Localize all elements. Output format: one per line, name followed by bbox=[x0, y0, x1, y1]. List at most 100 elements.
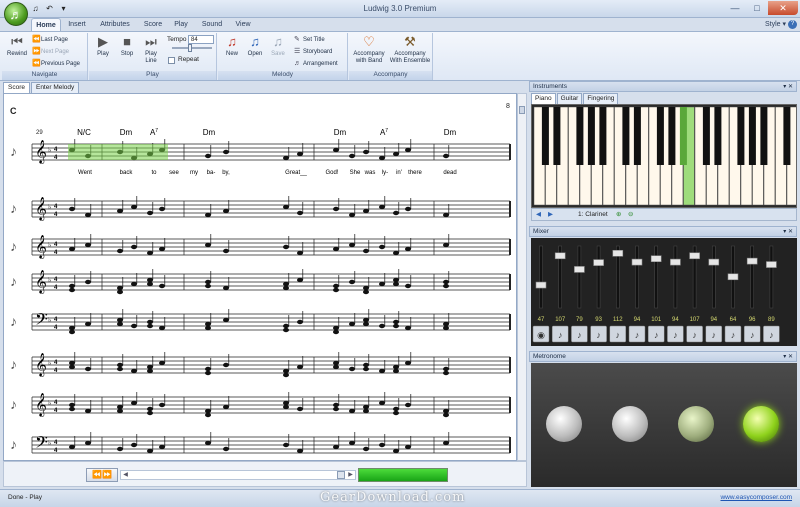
close-button[interactable]: ✕ bbox=[768, 1, 798, 15]
note-head[interactable] bbox=[223, 285, 229, 291]
mixer-channel[interactable]: 93 ♪ bbox=[590, 245, 607, 343]
note-head[interactable] bbox=[363, 285, 369, 291]
note-head[interactable] bbox=[379, 323, 385, 329]
zoom-in-icon[interactable]: ⊕ bbox=[616, 209, 621, 221]
note-head[interactable] bbox=[69, 325, 75, 331]
note-head[interactable] bbox=[85, 440, 91, 446]
zoom-out-icon[interactable]: ⊖ bbox=[628, 209, 633, 221]
fader-knob[interactable] bbox=[708, 258, 720, 266]
note-head[interactable] bbox=[159, 246, 165, 252]
chord-note-head[interactable] bbox=[117, 408, 123, 414]
staff[interactable]: 𝄞 ♭ 44♪ bbox=[10, 352, 511, 378]
chord-note-head[interactable] bbox=[393, 323, 399, 329]
note-head[interactable] bbox=[147, 319, 153, 325]
tab-attributes[interactable]: Attributes bbox=[94, 18, 136, 31]
black-key[interactable] bbox=[599, 107, 607, 165]
note-head[interactable] bbox=[223, 149, 229, 155]
note-head[interactable] bbox=[379, 155, 385, 161]
chord-symbol[interactable]: Dm bbox=[203, 128, 216, 137]
minimize-button[interactable]: — bbox=[724, 1, 746, 15]
mixer-channel[interactable]: 101 ♪ bbox=[647, 245, 665, 343]
note-head[interactable] bbox=[297, 210, 303, 216]
note-head[interactable] bbox=[205, 408, 211, 414]
note-head[interactable] bbox=[443, 212, 449, 218]
note-head[interactable] bbox=[117, 248, 123, 254]
lyric-word[interactable]: back bbox=[120, 170, 134, 176]
lyric-word[interactable]: there bbox=[408, 170, 422, 176]
note-head[interactable] bbox=[85, 366, 91, 372]
note-head[interactable] bbox=[443, 242, 449, 248]
note-head[interactable] bbox=[223, 404, 229, 410]
mixer-channel[interactable]: 107 ♪ bbox=[686, 245, 703, 343]
note-head[interactable] bbox=[205, 212, 211, 218]
fader-knob[interactable] bbox=[554, 252, 566, 260]
black-key[interactable] bbox=[679, 107, 687, 165]
accompany-band-button[interactable]: ♡ Accompany with Band bbox=[351, 35, 387, 65]
note-head[interactable] bbox=[333, 246, 339, 252]
score-horizontal-scrollbar[interactable]: ◀ ▶ bbox=[120, 470, 356, 480]
chord-note-head[interactable] bbox=[205, 412, 211, 418]
note-head[interactable] bbox=[349, 279, 355, 285]
lyric-word[interactable]: Went bbox=[78, 170, 92, 176]
chord-note-head[interactable] bbox=[69, 287, 75, 293]
fader-knob[interactable] bbox=[689, 252, 700, 260]
lyric-word[interactable]: ba- bbox=[207, 170, 216, 176]
note-head[interactable] bbox=[405, 402, 411, 408]
note-head[interactable] bbox=[405, 147, 411, 153]
chord-note-head[interactable] bbox=[363, 321, 369, 327]
tempo-input[interactable]: 84 bbox=[188, 35, 214, 44]
note-head[interactable] bbox=[297, 319, 303, 325]
staff[interactable]: 𝄢 ♭ 44♪ bbox=[10, 309, 511, 335]
note-head[interactable] bbox=[69, 402, 75, 408]
note-head[interactable] bbox=[363, 404, 369, 410]
tab-fingering[interactable]: Fingering bbox=[583, 93, 619, 104]
chord-note-head[interactable] bbox=[117, 321, 123, 327]
note-head[interactable] bbox=[205, 153, 211, 159]
repeat-checkbox[interactable] bbox=[168, 57, 175, 64]
new-button[interactable]: ♫ New bbox=[220, 35, 244, 58]
note-head[interactable] bbox=[117, 404, 123, 410]
note-head[interactable] bbox=[405, 206, 411, 212]
lyric-word[interactable]: dead bbox=[443, 170, 456, 176]
note-head[interactable] bbox=[297, 277, 303, 283]
note-head[interactable] bbox=[363, 149, 369, 155]
note-head[interactable] bbox=[85, 242, 91, 248]
note-head[interactable] bbox=[379, 442, 385, 448]
chord-note-head[interactable] bbox=[363, 408, 369, 414]
rewind-button[interactable]: ⏮ Rewind bbox=[5, 35, 29, 58]
score-panel[interactable]: 𝄞 ♭ 4 4 ♪ 𝄞 ♭ 4 4 ♪ 𝄞 ♭ 4 4 ♪ 𝄞 ♭ 4 4 ♪ 𝄢 ♭ 4 4 ♪ 𝄞 ♭ 4 4 ♪ 𝄞 ♭ 4 4 ♪ 𝄢 ♭ 4 4 ♪… bbox=[3, 93, 517, 461]
note-head[interactable] bbox=[147, 210, 153, 216]
style-menu[interactable]: Style ▾ bbox=[765, 18, 786, 31]
chord-note-head[interactable] bbox=[283, 404, 289, 410]
chord-note-head[interactable] bbox=[443, 412, 449, 418]
chord-note-head[interactable] bbox=[393, 281, 399, 287]
black-key[interactable] bbox=[656, 107, 664, 165]
tab-play[interactable]: Play bbox=[168, 18, 194, 31]
chord-note-head[interactable] bbox=[283, 327, 289, 333]
staff[interactable]: 𝄞 ♭ 44♪ bbox=[10, 392, 511, 418]
mixer-pin-close-icon[interactable]: ▾ ✕ bbox=[783, 227, 793, 237]
note-head[interactable] bbox=[405, 246, 411, 252]
chord-note-head[interactable] bbox=[69, 406, 75, 412]
fader-knob[interactable] bbox=[631, 258, 643, 266]
note-head[interactable] bbox=[443, 440, 449, 446]
chord-note-head[interactable] bbox=[443, 325, 449, 331]
chord-note-head[interactable] bbox=[147, 410, 153, 416]
note-head[interactable] bbox=[379, 244, 385, 250]
chord-note-head[interactable] bbox=[333, 364, 339, 370]
note-head[interactable] bbox=[223, 362, 229, 368]
lyric-word[interactable]: ly- bbox=[382, 170, 388, 176]
chord-note-head[interactable] bbox=[69, 364, 75, 370]
note-head[interactable] bbox=[297, 364, 303, 370]
lyric-word[interactable]: by, bbox=[222, 170, 230, 176]
note-head[interactable] bbox=[147, 406, 153, 412]
note-head[interactable] bbox=[333, 206, 339, 212]
chord-note-head[interactable] bbox=[117, 366, 123, 372]
note-head[interactable] bbox=[393, 210, 399, 216]
staff[interactable]: 𝄢 ♭ 44♪ bbox=[10, 432, 511, 456]
black-key[interactable] bbox=[541, 107, 549, 165]
note-head[interactable] bbox=[297, 151, 303, 157]
lyric-word[interactable]: my bbox=[190, 170, 198, 176]
note-head[interactable] bbox=[349, 408, 355, 414]
fader-knob[interactable] bbox=[670, 258, 681, 266]
